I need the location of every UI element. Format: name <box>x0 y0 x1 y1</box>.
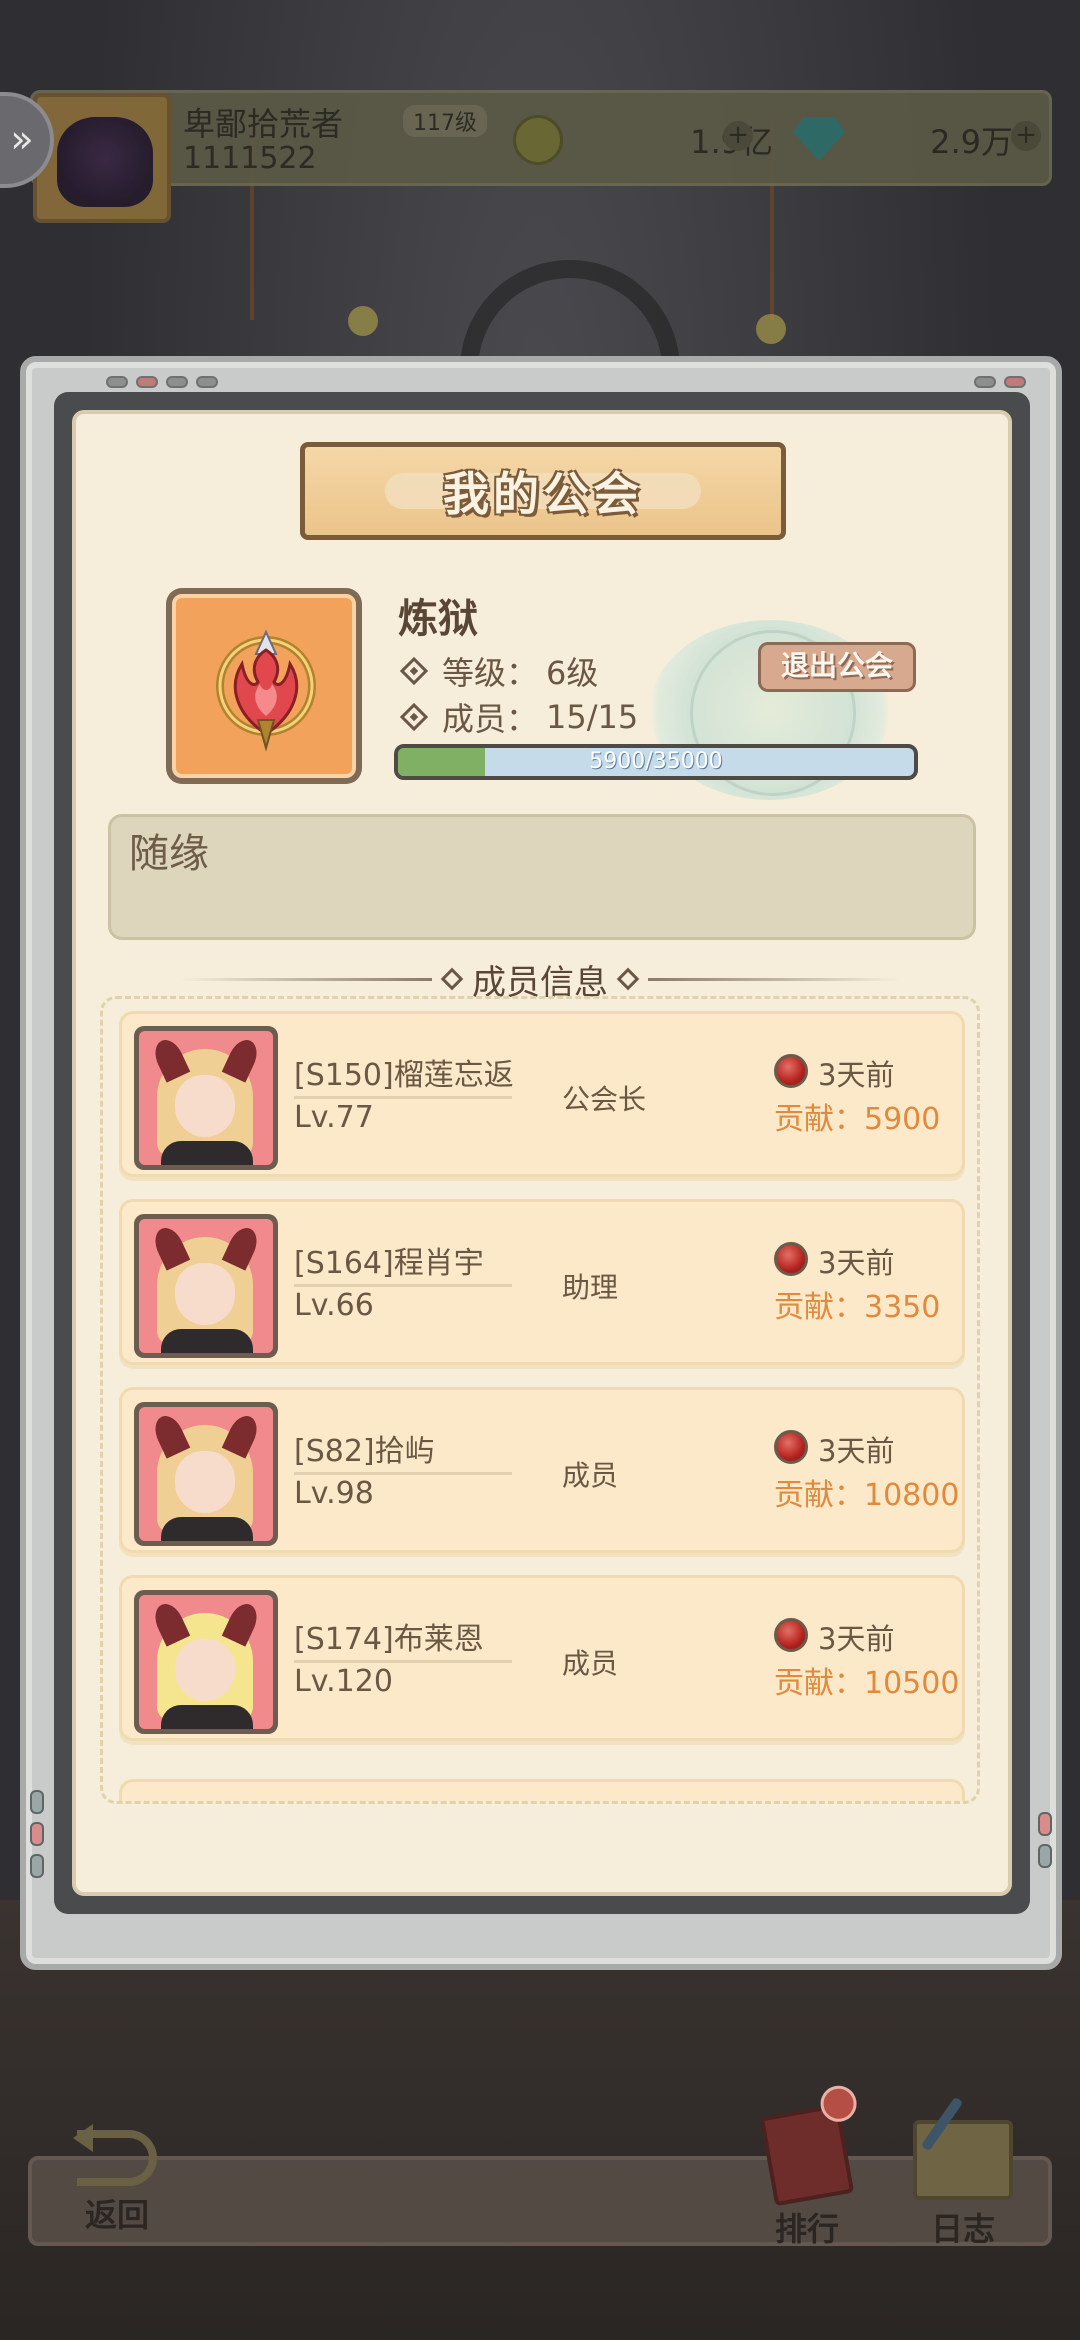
back-label: 返回 <box>84 2196 149 2234</box>
member-contribution: 贡献：5900 <box>774 1102 941 1137</box>
guild-level-row: 等级： 6级 <box>399 648 599 694</box>
player-level: 117级 <box>403 105 487 137</box>
back-arrow-icon <box>73 2124 157 2186</box>
guild-level-value: 6级 <box>546 654 599 692</box>
member-contribution: 贡献：10500 <box>774 1666 960 1701</box>
offline-status-icon <box>774 1430 808 1464</box>
member-contribution: 贡献：10800 <box>774 1478 960 1513</box>
member-avatar[interactable] <box>134 1026 278 1170</box>
offline-status-icon <box>774 1242 808 1276</box>
guild-members-label: 成员： <box>442 700 539 738</box>
background-lantern <box>756 314 786 344</box>
guild-members-value: 15/15 <box>546 698 639 736</box>
member-level: Lv.120 <box>294 1664 393 1699</box>
player-id: 1111522 <box>183 141 317 176</box>
frame-rivet <box>30 1822 44 1846</box>
guild-emblem <box>166 588 362 784</box>
log-button[interactable]: 日志 <box>898 2120 1028 2250</box>
frame-rivets <box>974 376 1026 388</box>
member-name: [S150]榴莲忘返 <box>294 1050 514 1099</box>
member-card[interactable]: [S150]榴莲忘返 Lv.77 公会长 3天前 贡献：5900 <box>119 1011 965 1177</box>
guild-exp-text: 5900/35000 <box>589 749 723 774</box>
diamond-ornament-icon <box>616 967 640 991</box>
member-card-partial[interactable] <box>119 1779 965 1801</box>
player-status-bar: 卑鄙拾荒者 117级 1111522 1.9亿 + 2.9万 + <box>30 90 1052 223</box>
frame-rivet <box>1038 1844 1052 1868</box>
double-chevron-icon: » <box>10 117 34 161</box>
member-avatar[interactable] <box>134 1214 278 1358</box>
player-avatar[interactable] <box>33 93 171 223</box>
guild-level-label: 等级： <box>442 654 539 692</box>
member-contribution: 贡献：3350 <box>774 1290 941 1325</box>
member-card[interactable]: [S164]程肖宇 Lv.66 助理 3天前 贡献：3350 <box>119 1199 965 1365</box>
guild-exp-bar: 5900/35000 <box>394 744 918 780</box>
gold-coin-icon <box>513 115 563 165</box>
back-button[interactable]: 返回 <box>62 2124 172 2236</box>
frame-rivet <box>30 1854 44 1878</box>
member-level: Lv.66 <box>294 1288 374 1323</box>
rank-button[interactable]: 排行 <box>752 2103 862 2250</box>
guild-members-row: 成员： 15/15 <box>399 694 639 740</box>
log-label: 日志 <box>930 2210 995 2248</box>
journal-book-icon <box>913 2120 1013 2200</box>
frame-rivet <box>1038 1812 1052 1836</box>
member-last-online: 3天前 <box>818 1246 895 1280</box>
gem-amount: 2.9万 <box>930 123 1013 161</box>
diamond-ornament-icon <box>440 967 464 991</box>
member-avatar[interactable] <box>134 1590 278 1734</box>
member-name: [S174]布莱恩 <box>294 1614 512 1663</box>
rank-label: 排行 <box>774 2210 839 2248</box>
offline-status-icon <box>774 1054 808 1088</box>
member-card[interactable]: [S174]布莱恩 Lv.120 成员 3天前 贡献：10500 <box>119 1575 965 1741</box>
guild-name: 炼狱 <box>398 596 478 642</box>
title-banner: 我的公会 <box>300 442 786 540</box>
page-title: 我的公会 <box>443 467 643 521</box>
member-level: Lv.98 <box>294 1476 374 1511</box>
member-role: 成员 <box>562 1647 619 1680</box>
player-name: 卑鄙拾荒者 <box>183 105 344 143</box>
member-card[interactable]: [S82]拾屿 Lv.98 成员 3天前 贡献：10800 <box>119 1387 965 1553</box>
divider-line <box>180 977 432 981</box>
creature-icon <box>57 117 153 207</box>
member-name: [S82]拾屿 <box>294 1426 512 1475</box>
divider-line <box>648 977 900 981</box>
gem-icon <box>793 117 845 161</box>
member-last-online: 3天前 <box>818 1058 895 1092</box>
member-role: 公会长 <box>562 1083 647 1116</box>
diamond-bullet-icon <box>399 702 429 732</box>
member-level: Lv.77 <box>294 1100 374 1135</box>
frame-rivets <box>106 376 218 388</box>
frame-rivet <box>30 1790 44 1814</box>
member-last-online: 3天前 <box>818 1622 895 1656</box>
offline-status-icon <box>774 1618 808 1652</box>
ranking-book-icon <box>759 2103 855 2207</box>
background-lantern <box>348 306 378 336</box>
member-last-online: 3天前 <box>818 1434 895 1468</box>
member-name: [S164]程肖宇 <box>294 1238 512 1287</box>
guild-notice: 随缘 <box>108 814 976 940</box>
quit-guild-button[interactable]: 退出公会 <box>758 642 916 692</box>
add-gold-icon[interactable]: + <box>723 121 753 151</box>
member-list[interactable]: [S150]榴莲忘返 Lv.77 公会长 3天前 贡献：5900 [S164]程… <box>100 996 980 1804</box>
diamond-bullet-icon <box>399 656 429 686</box>
member-role: 助理 <box>562 1271 619 1304</box>
flame-crest-icon <box>216 629 316 752</box>
member-role: 成员 <box>562 1459 619 1492</box>
member-avatar[interactable] <box>134 1402 278 1546</box>
add-gem-icon[interactable]: + <box>1011 121 1041 151</box>
